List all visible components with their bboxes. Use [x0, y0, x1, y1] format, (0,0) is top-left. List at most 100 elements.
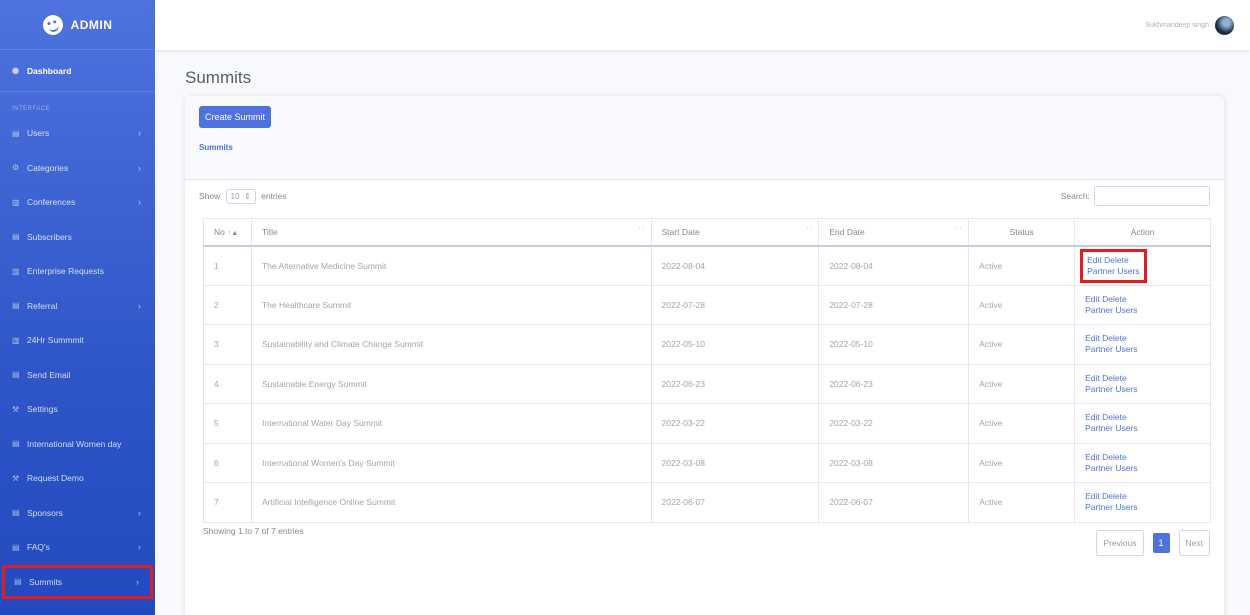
sidebar-item-summits[interactable]: ▤ Summits ›: [2, 564, 153, 599]
cell-title: The Healthcare Summit: [250, 285, 652, 325]
search-group: Search:: [1061, 186, 1210, 206]
edit-link[interactable]: Edit: [1085, 452, 1100, 462]
partner-users-link[interactable]: Partner Users: [1085, 423, 1137, 433]
cell-title: International Water Day Summit: [250, 403, 652, 444]
cell-end: 2022-03-08: [818, 443, 969, 483]
delete-link[interactable]: Delete: [1102, 373, 1127, 383]
cell-status: Active: [968, 285, 1075, 325]
partner-users-link[interactable]: Partner Users: [1085, 463, 1137, 473]
user-name[interactable]: Sukhmandeep singh: [1145, 22, 1209, 29]
partner-users-link[interactable]: Partner Users: [1085, 344, 1137, 354]
next-button[interactable]: Next: [1178, 530, 1210, 556]
sidebar-item-label: Settings: [27, 404, 58, 415]
delete-link[interactable]: Delete: [1102, 412, 1127, 422]
search-label: Search:: [1060, 191, 1090, 201]
column-header-label: Action: [1130, 226, 1155, 237]
sort-icon: ↑↓: [637, 225, 645, 232]
sidebar-item-enterprise-requests[interactable]: ▥ Enterprise Requests: [0, 254, 155, 289]
table-controls: Show 10 ⇕ entries Search:: [199, 180, 1210, 212]
sidebar-item-dashboard[interactable]: ◉ Dashboard: [0, 50, 155, 92]
sidebar-item-faq-s[interactable]: ▤ FAQ's ›: [0, 530, 155, 565]
delete-link[interactable]: Delete: [1102, 333, 1127, 343]
sidebar-item-referral[interactable]: ▤ Referral ›: [0, 289, 155, 324]
column-header-no[interactable]: No ↑▲: [203, 218, 252, 247]
user-avatar[interactable]: [1215, 15, 1234, 35]
partner-users-link[interactable]: Partner Users: [1085, 502, 1137, 512]
table-icon: ▤: [12, 508, 20, 518]
edit-link[interactable]: Edit: [1087, 255, 1102, 265]
cell-start: 2022-05-10: [650, 324, 819, 365]
sidebar-item-request-demo[interactable]: ⚒ Request Demo: [0, 461, 155, 496]
card-header: Create Summit Summits: [185, 96, 1224, 180]
page-1-button[interactable]: 1: [1152, 533, 1170, 553]
brand[interactable]: ADMIN: [0, 0, 155, 50]
partner-users-link[interactable]: Partner Users: [1085, 305, 1137, 315]
table-footer: Showing 1 to 7 of 7 entries Previous 1 N…: [203, 524, 1210, 556]
cell-start: 2022-06-07: [650, 482, 819, 523]
chart-icon: ▥: [12, 266, 20, 276]
delete-link[interactable]: Delete: [1104, 255, 1129, 265]
cell-end: 2022-05-10: [818, 324, 969, 365]
sidebar-item-label: Categories: [27, 162, 69, 173]
laugh-wink-icon: [40, 12, 65, 37]
sidebar: ADMIN ◉ Dashboard INTERFACE ▤ Users › ⚙ Cate…: [0, 0, 155, 615]
cell-action: Edit Delete Partner Users: [1074, 482, 1211, 523]
sidebar-item-label: 24Hr Summmit: [27, 335, 84, 346]
cell-end: 2022-07-28: [818, 285, 969, 325]
chevron-right-icon: ›: [138, 542, 141, 553]
edit-link[interactable]: Edit: [1085, 491, 1100, 501]
edit-link[interactable]: Edit: [1085, 373, 1100, 383]
previous-button[interactable]: Previous: [1096, 530, 1144, 556]
edit-link[interactable]: Edit: [1085, 333, 1100, 343]
table-row: 7 Artificial Intelligence Online Summit 20…: [203, 482, 1211, 523]
sidebar-item-label: Request Demo: [27, 473, 84, 484]
cell-title: International Women's Day Summit: [250, 443, 652, 483]
table-row: 3 Sustainability and Climate Change Summi…: [203, 324, 1211, 365]
action-links: Edit Delete Partner Users: [1085, 452, 1137, 473]
sidebar-item-sponsors[interactable]: ▤ Sponsors ›: [0, 496, 155, 531]
action-links: Edit Delete Partner Users: [1085, 412, 1137, 433]
table-icon: ▤: [14, 577, 22, 587]
partner-users-link[interactable]: Partner Users: [1087, 266, 1139, 276]
cell-no: 4: [203, 364, 252, 404]
delete-link[interactable]: Delete: [1102, 491, 1127, 501]
column-header-title[interactable]: Title ↑↓: [250, 218, 652, 247]
action-links: Edit Delete Partner Users: [1085, 491, 1137, 512]
cell-status: Active: [968, 403, 1075, 444]
column-header-end-date[interactable]: End Date ↑↓: [818, 218, 970, 247]
sidebar-item-categories[interactable]: ⚙ Categories ›: [0, 151, 155, 186]
column-header-action[interactable]: Action: [1074, 218, 1211, 247]
sidebar-item-users[interactable]: ▤ Users ›: [0, 116, 155, 151]
delete-link[interactable]: Delete: [1102, 452, 1127, 462]
sidebar-item-24hr-summmit[interactable]: ▥ 24Hr Summmit: [0, 323, 155, 358]
column-header-start-date[interactable]: Start Date ↑↓: [650, 218, 820, 247]
gear-icon: ⚙: [12, 163, 20, 173]
entries-select[interactable]: 10 ⇕: [225, 188, 256, 204]
column-header-status[interactable]: Status: [968, 218, 1076, 247]
table-row: 1 The Alternative Medicine Summit 2022-08-…: [203, 245, 1211, 286]
cell-no: 2: [203, 285, 252, 325]
cell-action: Edit Delete Partner Users: [1074, 285, 1211, 325]
sidebar-item-label: Subscribers: [27, 231, 72, 242]
table-icon: ▤: [12, 128, 20, 138]
cell-status: Active: [968, 482, 1075, 523]
delete-link[interactable]: Delete: [1102, 294, 1127, 304]
cell-no: 1: [203, 245, 252, 286]
cell-action: Edit Delete Partner Users: [1074, 443, 1211, 483]
sidebar-item-subscribers[interactable]: ▤ Subscribers: [0, 220, 155, 255]
create-summit-button[interactable]: Create Summit: [199, 106, 272, 128]
sidebar-item-settings[interactable]: ⚒ Settings: [0, 392, 155, 427]
partner-users-link[interactable]: Partner Users: [1085, 384, 1137, 394]
cell-start: 2022-06-23: [650, 364, 819, 404]
sidebar-item-label: International Women day: [27, 438, 122, 449]
table-icon: ▤: [12, 301, 20, 311]
sidebar-item-send-email[interactable]: ▤ Send Email: [0, 358, 155, 393]
entries-length: Show 10 ⇕ entries: [199, 188, 287, 204]
action-links: Edit Delete Partner Users: [1080, 248, 1147, 283]
edit-link[interactable]: Edit: [1085, 412, 1100, 422]
search-input[interactable]: [1094, 186, 1210, 206]
edit-link[interactable]: Edit: [1085, 294, 1100, 304]
table-row: 2 The Healthcare Summit 2022-07-28 2022-07-…: [203, 285, 1211, 325]
sidebar-item-international-women-day[interactable]: ▤ International Women day: [0, 427, 155, 462]
sidebar-item-conferences[interactable]: ▥ Conferences ›: [0, 185, 155, 220]
